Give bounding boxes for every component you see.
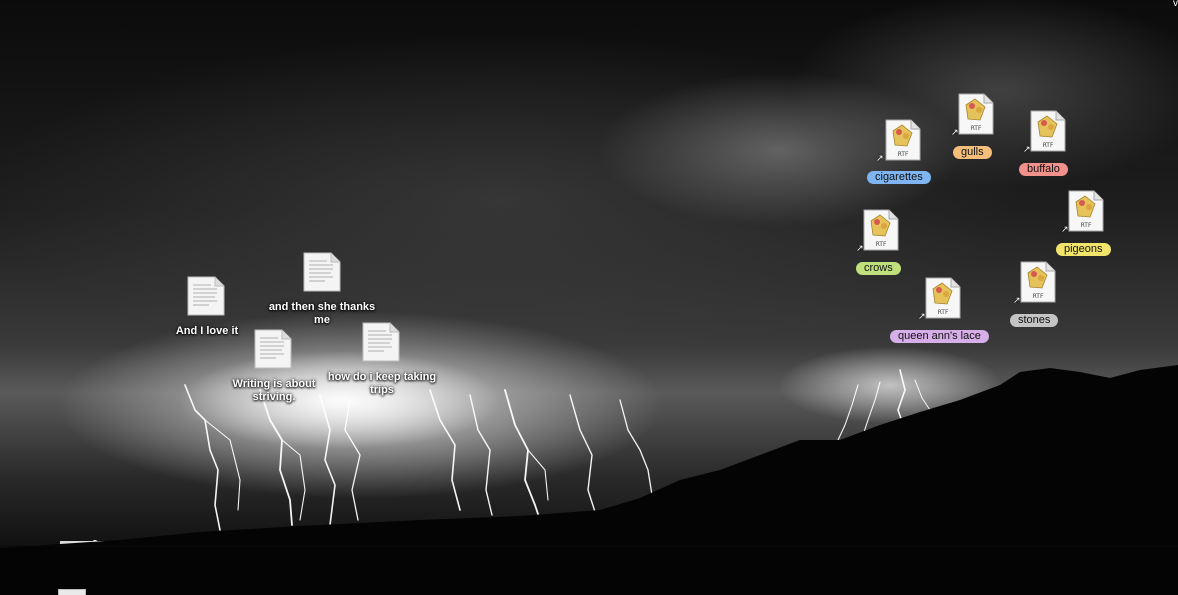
desktop-file-writing-is-about-striving[interactable]: Writing is about striving. [214,329,334,407]
alias-arrow-icon: ↗ [856,243,864,253]
desktop-file-and-then-she-thanks-me[interactable]: and then she thanks me [262,252,382,330]
desktop-alias-queen-anns-lace[interactable]: RTF ↗ queen ann's lace [886,277,1002,345]
text-document-icon [303,252,341,297]
text-document-icon [187,276,225,321]
svg-text:RTF: RTF [971,125,982,132]
desktop-alias-gulls[interactable]: RTF ↗ gulls [936,93,1016,159]
rtf-document-icon: RTF [1030,110,1066,152]
file-name-label: queen ann's lace [890,330,989,343]
file-name-label: buffalo [1019,163,1068,176]
alias-arrow-icon: ↗ [1023,144,1031,154]
file-name-label: stones [1010,314,1059,327]
text-document-icon [254,329,292,374]
rtf-document-icon: RTF [885,119,921,161]
desktop-alias-pigeons[interactable]: RTF ↗ pigeons [1046,190,1126,256]
desktop-file-partial[interactable] [58,589,86,595]
alias-arrow-icon: ↗ [876,153,884,163]
svg-text:RTF: RTF [1081,222,1092,229]
svg-text:RTF: RTF [876,241,887,248]
desktop[interactable]: v and then she thanks me And I love it W… [0,0,1178,595]
alias-arrow-icon: ↗ [951,127,959,137]
alias-arrow-icon: ↗ [1061,224,1069,234]
desktop-file-how-do-i-keep-taking-trips[interactable]: how do i keep taking trips [322,322,442,400]
desktop-alias-crows[interactable]: RTF ↗ crows [842,209,922,275]
file-name-label: gulls [953,146,992,159]
desktop-alias-stones[interactable]: RTF ↗ stones [998,261,1078,327]
text-document-icon [362,322,400,367]
rtf-document-icon: RTF [1020,261,1056,303]
text-document-icon [58,589,86,595]
rtf-document-icon: RTF [958,93,994,135]
rtf-document-icon: RTF [925,277,961,319]
svg-text:RTF: RTF [898,151,909,158]
desktop-alias-buffalo[interactable]: RTF ↗ buffalo [1008,110,1088,176]
alias-arrow-icon: ↗ [918,311,926,321]
file-name-label: crows [856,262,901,275]
svg-text:RTF: RTF [938,309,949,316]
rtf-document-icon: RTF [863,209,899,251]
corner-mark: v [1173,0,1178,9]
desktop-alias-cigarettes[interactable]: RTF ↗ cigarettes [862,119,946,185]
desktop-file-label: how do i keep taking trips [327,371,437,396]
desktop-file-label: Writing is about striving. [232,378,316,403]
alias-arrow-icon: ↗ [1013,295,1021,305]
file-name-label: cigarettes [867,171,931,184]
svg-text:RTF: RTF [1043,142,1054,149]
file-name-label: pigeons [1056,243,1111,256]
svg-text:RTF: RTF [1033,293,1044,300]
rtf-document-icon: RTF [1068,190,1104,232]
